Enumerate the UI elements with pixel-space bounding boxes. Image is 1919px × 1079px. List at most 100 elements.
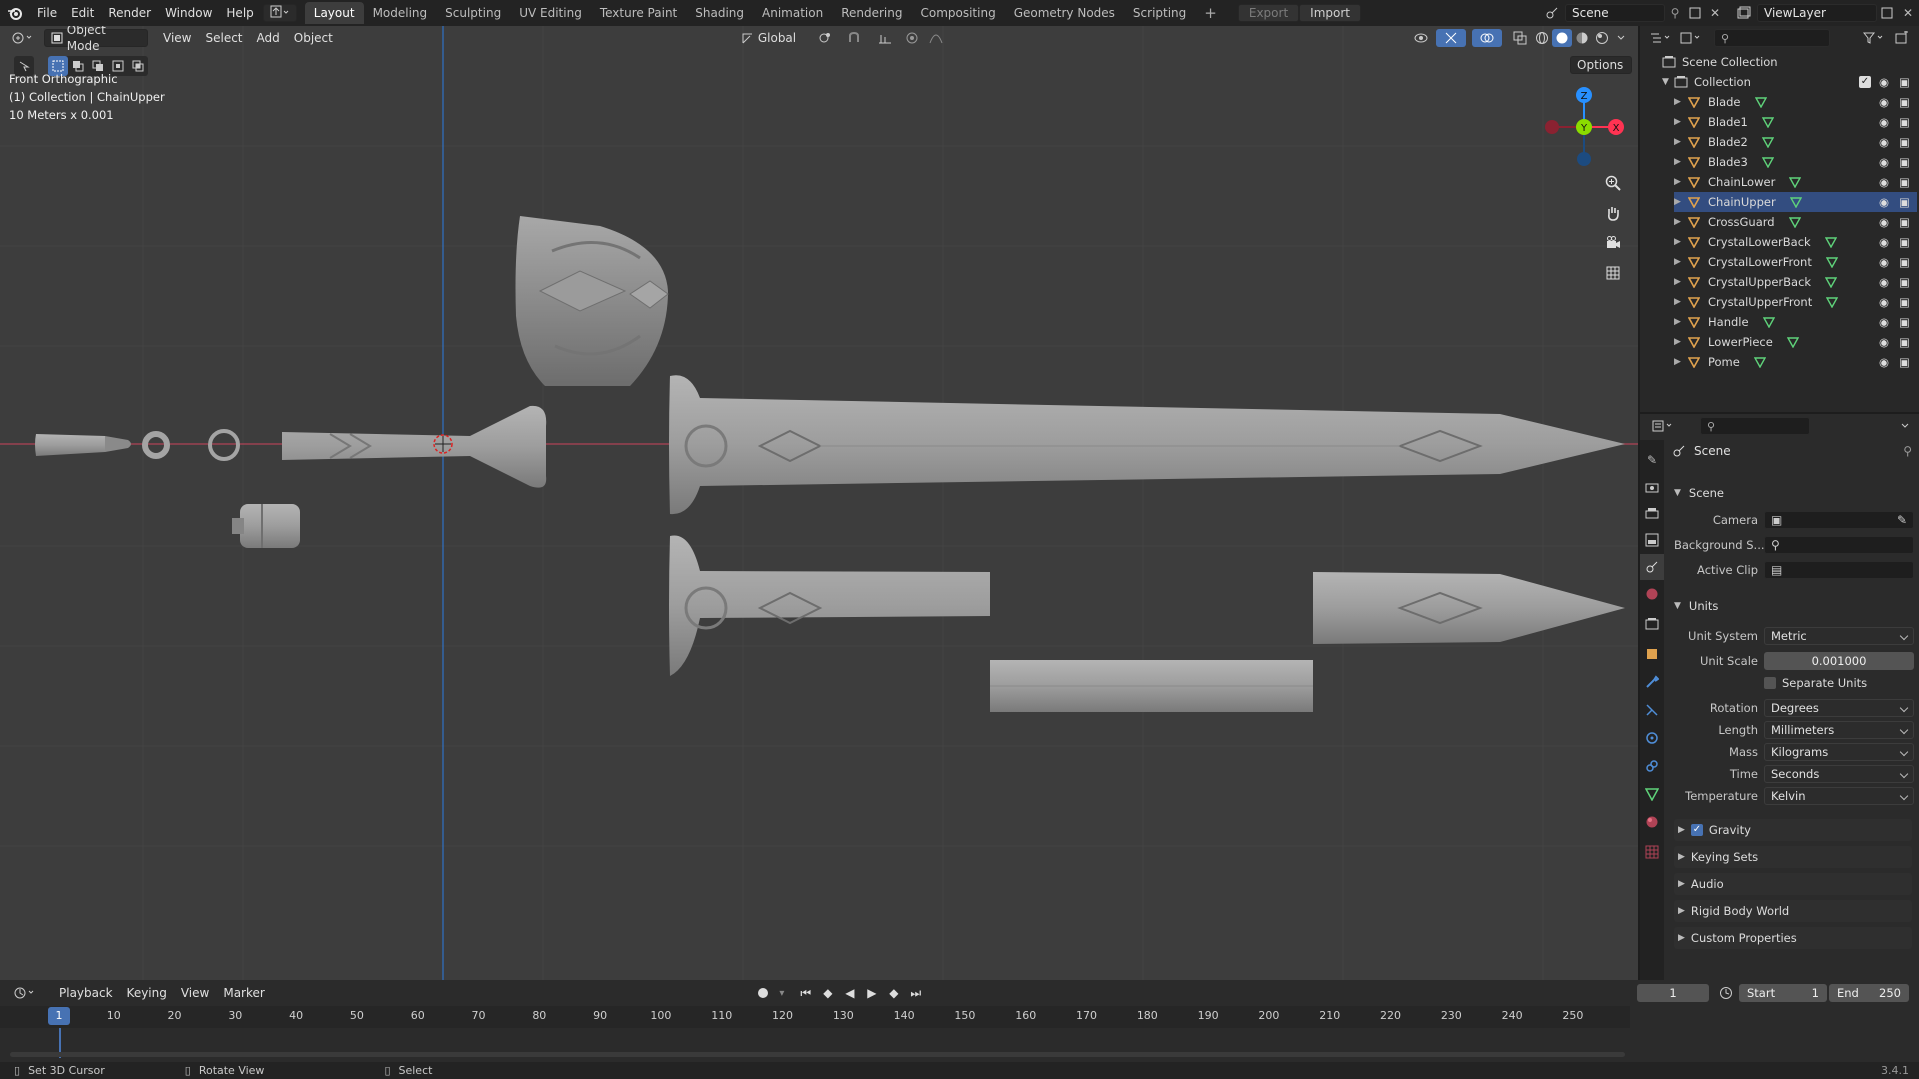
transform-orientation-dropdown[interactable]: Global <box>734 29 810 47</box>
mesh-data-icon[interactable] <box>1788 216 1801 228</box>
expand-arrow-icon[interactable]: ▶ <box>1674 277 1688 287</box>
visibility-eye-icon[interactable]: ◉ <box>1879 135 1899 149</box>
tab-collection-icon[interactable] <box>1644 616 1660 632</box>
gizmo-neg-z-axis[interactable] <box>1577 152 1591 166</box>
properties-options-icon[interactable] <box>1895 421 1915 431</box>
mesh-data-icon[interactable] <box>1761 116 1774 128</box>
time-dropdown[interactable]: Seconds <box>1764 765 1914 783</box>
expand-arrow-icon[interactable]: ▶ <box>1674 257 1688 267</box>
shading-options-icon[interactable] <box>1612 33 1630 43</box>
mesh-data-icon[interactable] <box>1761 136 1774 148</box>
frame-ruler[interactable]: 10 20 30 40 50 60 70 80 90 100 110 120 130 140 150 160 1… <box>0 1006 1630 1028</box>
unit-scale-field[interactable]: 0.001000 <box>1764 652 1914 670</box>
end-frame-field[interactable]: End 250 <box>1829 984 1909 1002</box>
mesh-blade3[interactable] <box>1313 572 1625 644</box>
visibility-eye-icon[interactable]: ◉ <box>1879 355 1899 369</box>
exclude-checkbox[interactable]: ✓ <box>1859 76 1871 88</box>
outliner-item-crystalupperfront[interactable]: ▶ CrystalUpperFront ◉ ▣ <box>1674 292 1917 312</box>
mesh-data-icon[interactable] <box>1826 296 1839 308</box>
outliner-item-crossguard[interactable]: ▶ CrossGuard ◉ ▣ <box>1674 212 1917 232</box>
camera-view-button[interactable] <box>1600 230 1626 256</box>
object-mode-dropdown[interactable]: Object Mode <box>44 26 148 53</box>
pin-icon[interactable]: ⚲ <box>1665 6 1685 20</box>
mesh-data-icon[interactable] <box>1753 356 1766 368</box>
render-camera-icon[interactable]: ▣ <box>1899 215 1917 229</box>
tab-constraints-icon[interactable] <box>1644 758 1660 774</box>
current-frame-field[interactable]: 1 <box>1637 984 1709 1002</box>
timeline-menu-view[interactable]: View <box>174 986 216 1000</box>
new-scene-icon[interactable] <box>1685 7 1705 19</box>
gizmo-neg-x-axis[interactable] <box>1545 120 1559 134</box>
outliner-item-crystalupperback[interactable]: ▶ CrystalUpperBack ◉ ▣ <box>1674 272 1917 292</box>
render-camera-icon[interactable]: ▣ <box>1899 175 1917 189</box>
view-layer-icon[interactable] <box>1731 6 1757 20</box>
tab-animation[interactable]: Animation <box>753 2 832 24</box>
tab-sculpting[interactable]: Sculpting <box>436 2 510 24</box>
visibility-eye-icon[interactable]: ◉ <box>1879 235 1899 249</box>
expand-arrow-icon[interactable]: ▶ <box>1674 97 1688 107</box>
tab-material-icon[interactable] <box>1644 814 1660 830</box>
custom-properties-panel-header[interactable]: ▶ Custom Properties <box>1674 927 1912 949</box>
outliner-item-blade2[interactable]: ▶ Blade2 ◉ ▣ <box>1674 132 1917 152</box>
visibility-eye-icon[interactable]: ◉ <box>1879 155 1899 169</box>
start-frame-field[interactable]: Start 1 <box>1739 984 1827 1002</box>
render-camera-icon[interactable]: ▣ <box>1899 355 1917 369</box>
expand-arrow-icon[interactable]: ▶ <box>1674 357 1688 367</box>
filter-icon[interactable] <box>1857 31 1891 45</box>
playhead[interactable]: 1 <box>48 1007 70 1025</box>
new-collection-icon[interactable] <box>1891 31 1913 45</box>
mesh-blade[interactable] <box>669 375 1625 515</box>
mesh-crystal-upper[interactable] <box>515 216 669 386</box>
snap-icon[interactable] <box>840 31 870 45</box>
tab-particles-icon[interactable] <box>1644 702 1660 718</box>
menu-help[interactable]: Help <box>219 0 260 26</box>
mesh-pome[interactable] <box>35 434 131 456</box>
unit-system-dropdown[interactable]: Metric <box>1764 627 1914 645</box>
menu-render[interactable]: Render <box>101 0 158 26</box>
expand-arrow-icon[interactable]: ▶ <box>1674 317 1688 327</box>
preview-range-icon[interactable] <box>1713 986 1739 1000</box>
eyedropper-icon[interactable]: ✎ <box>1897 512 1907 529</box>
workspace-upload-dropdown[interactable] <box>262 4 297 22</box>
tab-data-icon[interactable] <box>1644 786 1660 802</box>
expand-arrow-icon[interactable]: ▶ <box>1674 297 1688 307</box>
jump-end-icon[interactable]: ⏭ <box>906 986 926 1001</box>
blender-logo-icon[interactable] <box>0 0 30 26</box>
scene-selector-icon[interactable] <box>1539 6 1565 20</box>
keying-dropdown-icon[interactable]: ▾ <box>774 988 790 999</box>
tab-render-icon[interactable] <box>1644 480 1660 496</box>
visibility-filter-icon[interactable] <box>1406 31 1436 45</box>
outliner-item-blade1[interactable]: ▶ Blade1 ◉ ▣ <box>1674 112 1917 132</box>
timeline-menu-marker[interactable]: Marker <box>216 986 271 1000</box>
tab-tool-icon[interactable]: ✎ <box>1644 452 1660 468</box>
mass-dropdown[interactable]: Kilograms <box>1764 743 1914 761</box>
mesh-data-icon[interactable] <box>1762 316 1775 328</box>
outliner-search-input[interactable]: ⚲ <box>1714 29 1830 47</box>
gizmo-toggle-icon[interactable] <box>1436 29 1466 47</box>
new-view-layer-icon[interactable] <box>1877 7 1897 19</box>
visibility-eye-icon[interactable]: ◉ <box>1879 195 1899 209</box>
tab-scene-icon[interactable] <box>1640 554 1664 580</box>
outliner-item-crystallowerback[interactable]: ▶ CrystalLowerBack ◉ ▣ <box>1674 232 1917 252</box>
zoom-view-button[interactable] <box>1600 170 1626 196</box>
next-keyframe-icon[interactable]: ◆ <box>884 986 904 1001</box>
render-camera-icon[interactable]: ▣ <box>1899 315 1917 329</box>
xray-toggle-icon[interactable] <box>1508 31 1532 45</box>
tab-texture-icon[interactable] <box>1644 844 1660 860</box>
tab-output-icon[interactable] <box>1644 506 1660 522</box>
outliner-item-blade[interactable]: ▶ Blade ◉ ▣ <box>1674 92 1917 112</box>
mesh-data-icon[interactable] <box>1824 236 1837 248</box>
play-reverse-icon[interactable]: ◀ <box>840 986 860 1001</box>
visibility-eye-icon[interactable]: ◉ <box>1879 295 1899 309</box>
visibility-eye-icon[interactable]: ◉ <box>1879 215 1899 229</box>
viewport-menu-view[interactable]: View <box>156 31 198 45</box>
viewport-menu-object[interactable]: Object <box>287 31 340 45</box>
visibility-eye-icon[interactable]: ◉ <box>1879 175 1899 189</box>
scene-panel-header[interactable]: ▼ Scene <box>1674 482 1724 504</box>
outliner-item-chainupper[interactable]: ▶ ChainUpper ◉ ▣ <box>1674 192 1917 212</box>
render-camera-icon[interactable]: ▣ <box>1899 95 1917 109</box>
expand-arrow-icon[interactable]: ▶ <box>1674 217 1688 227</box>
mesh-blade1[interactable] <box>669 535 990 676</box>
mesh-data-icon[interactable] <box>1789 196 1802 208</box>
rigid-body-world-panel-header[interactable]: ▶ Rigid Body World <box>1674 900 1912 922</box>
